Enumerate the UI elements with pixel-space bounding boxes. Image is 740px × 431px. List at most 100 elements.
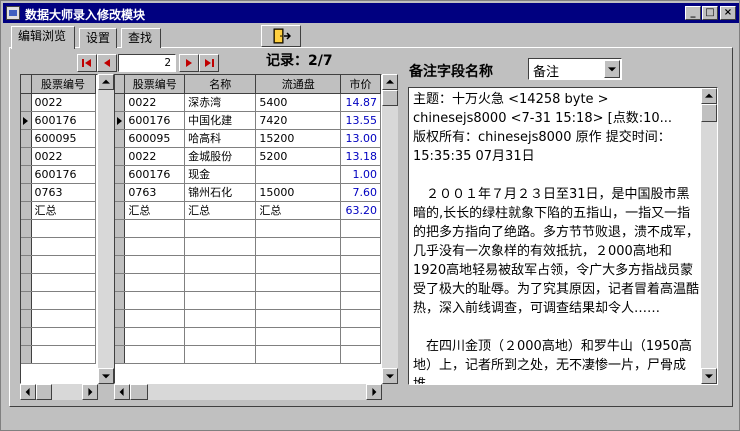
cell-stock-code[interactable]: [124, 291, 186, 310]
scroll-down-button[interactable]: [98, 368, 114, 384]
cell-name[interactable]: 哈高科: [184, 129, 257, 148]
cell-name[interactable]: [184, 327, 257, 346]
cell-name[interactable]: [184, 273, 257, 292]
scroll-thumb[interactable]: [701, 104, 717, 122]
main-grid-hscrollbar[interactable]: [114, 384, 382, 400]
table-row[interactable]: 汇总 汇总 汇总 63.20: [115, 201, 381, 220]
table-row[interactable]: 600176 中国化建 7420 13.55: [115, 111, 381, 130]
table-row[interactable]: [115, 219, 381, 238]
table-row[interactable]: 0022 深赤湾 5400 14.87: [115, 93, 381, 112]
title-bar[interactable]: 数据大师录入修改模块 _ □ ×: [3, 3, 739, 23]
cell-name[interactable]: 锦州石化: [184, 183, 257, 202]
tab-edit-browse[interactable]: 编辑浏览: [11, 26, 75, 49]
table-row[interactable]: [115, 309, 381, 328]
column-header-price[interactable]: 市价: [340, 75, 381, 94]
cell-float-shares[interactable]: 15000: [255, 183, 341, 202]
cell-stock-code[interactable]: 600176: [31, 111, 96, 130]
table-row[interactable]: [21, 237, 96, 256]
left-grid[interactable]: 股票编号 0022 600176 600095 0022 600176 0763 汇总: [20, 74, 98, 384]
tab-settings[interactable]: 设置: [79, 28, 117, 48]
cell-stock-code[interactable]: [124, 309, 186, 328]
table-row[interactable]: 0763 锦州石化 15000 7.60: [115, 183, 381, 202]
prior-record-button[interactable]: [97, 54, 117, 72]
table-row[interactable]: [115, 327, 381, 346]
table-row[interactable]: 600095: [21, 129, 96, 148]
memo-textarea[interactable]: 主题：十万火急 <14258 byte > chinesejs8000 <7-3…: [408, 87, 718, 385]
scroll-up-button[interactable]: [98, 74, 114, 90]
cell-stock-code[interactable]: [124, 345, 186, 364]
cell-name[interactable]: [184, 255, 257, 274]
cell-name[interactable]: 中国化建: [184, 111, 257, 130]
cell-price[interactable]: [340, 291, 381, 310]
cell-name[interactable]: [184, 237, 257, 256]
cell-stock-code[interactable]: 汇总: [31, 201, 96, 220]
cell-stock-code[interactable]: 0022: [31, 147, 96, 166]
scroll-left-button[interactable]: [114, 384, 130, 400]
last-record-button[interactable]: [199, 54, 219, 72]
table-row[interactable]: 600176: [21, 165, 96, 184]
table-row[interactable]: 600095 哈高科 15200 13.00: [115, 129, 381, 148]
column-header-stock-code[interactable]: 股票编号: [31, 75, 96, 94]
table-row[interactable]: [21, 255, 96, 274]
table-row[interactable]: 0022 金城股份 5200 13.18: [115, 147, 381, 166]
record-number-input[interactable]: 2: [118, 54, 176, 72]
cell-price[interactable]: [340, 273, 381, 292]
scroll-thumb[interactable]: [382, 90, 398, 106]
column-header-stock-code[interactable]: 股票编号: [124, 75, 186, 94]
cell-float-shares[interactable]: 汇总: [255, 201, 341, 220]
dropdown-button[interactable]: [604, 60, 620, 78]
cell-price[interactable]: 7.60: [340, 183, 381, 202]
cell-stock-code[interactable]: [31, 273, 96, 292]
cell-stock-code[interactable]: [31, 255, 96, 274]
column-header-name[interactable]: 名称: [184, 75, 257, 94]
cell-stock-code[interactable]: 600095: [124, 129, 186, 148]
table-row[interactable]: [21, 291, 96, 310]
cell-stock-code[interactable]: [31, 219, 96, 238]
cell-price[interactable]: 1.00: [340, 165, 381, 184]
cell-price[interactable]: [340, 237, 381, 256]
scroll-left-button[interactable]: [20, 384, 36, 400]
scroll-right-button[interactable]: [366, 384, 382, 400]
cell-name[interactable]: [184, 219, 257, 238]
table-row[interactable]: 汇总: [21, 201, 96, 220]
table-row[interactable]: [21, 273, 96, 292]
tab-search[interactable]: 查找: [121, 28, 161, 48]
scroll-right-button[interactable]: [82, 384, 98, 400]
table-row[interactable]: 0763: [21, 183, 96, 202]
scroll-down-button[interactable]: [701, 368, 717, 384]
cell-float-shares[interactable]: 15200: [255, 129, 341, 148]
scroll-up-button[interactable]: [701, 88, 717, 104]
cell-float-shares[interactable]: [255, 165, 341, 184]
cell-float-shares[interactable]: [255, 219, 341, 238]
cell-stock-code[interactable]: 600176: [31, 165, 96, 184]
cell-price[interactable]: 63.20: [340, 201, 381, 220]
cell-stock-code[interactable]: 0022: [124, 147, 186, 166]
cell-float-shares[interactable]: 7420: [255, 111, 341, 130]
main-grid[interactable]: 股票编号 名称 流通盘 市价 0022 深赤湾 5400 14.87 600176 中国化…: [114, 74, 382, 384]
scroll-thumb[interactable]: [36, 384, 52, 400]
cell-price[interactable]: [340, 345, 381, 364]
table-row[interactable]: [115, 345, 381, 364]
cell-price[interactable]: [340, 327, 381, 346]
table-row[interactable]: [115, 237, 381, 256]
column-header-float-shares[interactable]: 流通盘: [255, 75, 341, 94]
cell-stock-code[interactable]: 汇总: [124, 201, 186, 220]
memo-vscrollbar[interactable]: [701, 88, 717, 384]
cell-stock-code[interactable]: 0763: [124, 183, 186, 202]
left-grid-hscrollbar[interactable]: [20, 384, 98, 400]
table-row[interactable]: [21, 219, 96, 238]
app-icon[interactable]: [6, 6, 20, 20]
cell-price[interactable]: [340, 309, 381, 328]
cell-stock-code[interactable]: [31, 237, 96, 256]
cell-stock-code[interactable]: 0022: [31, 93, 96, 112]
table-row[interactable]: 0022: [21, 147, 96, 166]
cell-stock-code[interactable]: [31, 345, 96, 364]
table-row[interactable]: 600176: [21, 111, 96, 130]
cell-price[interactable]: 14.87: [340, 93, 381, 112]
cell-float-shares[interactable]: [255, 273, 341, 292]
cell-price[interactable]: 13.18: [340, 147, 381, 166]
cell-stock-code[interactable]: [31, 327, 96, 346]
cell-name[interactable]: 汇总: [184, 201, 257, 220]
left-grid-vscrollbar[interactable]: [98, 74, 114, 384]
minimize-button[interactable]: _: [685, 6, 701, 20]
